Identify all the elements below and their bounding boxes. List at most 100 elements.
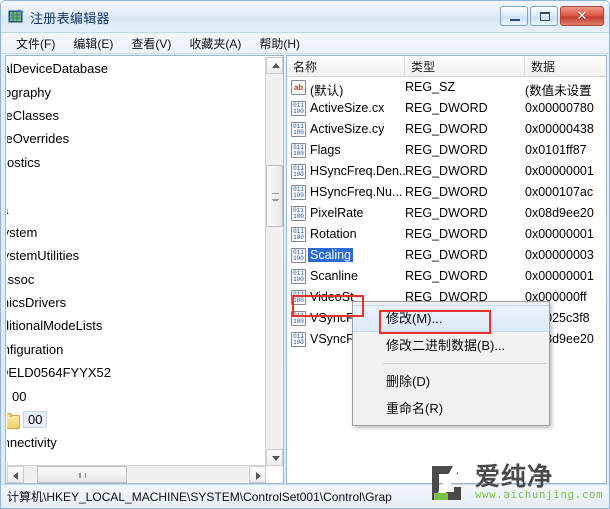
tree-vertical-scrollbar[interactable] [265, 57, 283, 466]
value-data: (数值未设置 [525, 84, 592, 98]
value-name: ActiveSize.cy [310, 122, 385, 136]
watermark-url: www.aichunjing.com [475, 489, 604, 501]
reg-dword-icon: 011 100 [291, 227, 306, 242]
value-data: 0x00000001 [525, 164, 594, 178]
minimize-button[interactable] [500, 6, 528, 26]
tree-node[interactable]: CriticalDeviceDatabase [7, 57, 266, 80]
ctx-modify[interactable]: 修改(M)... [353, 305, 549, 332]
list-row[interactable]: ab (默认) REG_SZ (数值未设置 [287, 77, 606, 98]
vertical-scroll-thumb[interactable] [266, 165, 283, 227]
value-data: 0x000107ac [525, 185, 594, 199]
scroll-right-button[interactable] [249, 466, 266, 483]
tree-viewport: CriticalDeviceDatabase Cryptography Device… [7, 57, 266, 466]
ctx-delete[interactable]: 删除(D) [353, 368, 549, 395]
column-header-type[interactable]: 类型 [405, 56, 525, 76]
value-name: HSyncFreq.Nu... [310, 185, 403, 199]
reg-dword-icon: 011 100 [291, 248, 306, 263]
tree-node[interactable]: Configuration [7, 338, 266, 361]
list-row[interactable]: 011 100 Flags REG_DWORD 0x0101ff87 [287, 140, 606, 161]
menu-help[interactable]: 帮助(H) [250, 33, 309, 54]
tree-node[interactable]: FontAssoc [7, 268, 266, 291]
tree-node-label: Errata [7, 202, 10, 217]
registry-editor-window: 注册表编辑器 ✕ 文件(F) 编辑(E) 查看(V) 收藏夹(A) 帮助(H) … [0, 0, 610, 509]
menu-view[interactable]: 查看(V) [122, 33, 180, 54]
reg-sz-icon: ab [291, 80, 306, 95]
menu-file[interactable]: 文件(F) [7, 33, 64, 54]
reg-dword-icon: 011 100 [291, 206, 306, 221]
value-name: (默认) [310, 84, 344, 98]
reg-dword-icon: 011 100 [291, 143, 306, 158]
tree-node[interactable]: FileSystemUtilities [7, 244, 266, 267]
list-row[interactable]: 011 100 HSyncFreq.Den... REG_DWORD 0x0000000… [287, 161, 606, 182]
tree-node[interactable]: FileSystem [7, 221, 266, 244]
value-name: ActiveSize.cx [310, 101, 385, 115]
reg-dword-icon: 011 100 [291, 311, 306, 326]
reg-dword-icon: 011 100 [291, 290, 306, 305]
tree-node-label: AdditionalModeLists [7, 318, 103, 334]
value-type: REG_DWORD [405, 248, 488, 262]
watermark-logo-icon [432, 466, 461, 500]
value-name: PixelRate [310, 206, 364, 220]
tree-node-label: DeviceClasses [7, 107, 59, 123]
title-bar: 注册表编辑器 ✕ [1, 1, 609, 33]
menu-favorites[interactable]: 收藏夹(A) [180, 33, 250, 54]
tree-node[interactable]: 00 [7, 408, 266, 431]
horizontal-scroll-thumb[interactable] [37, 466, 127, 483]
value-data: 0x00000780 [525, 101, 594, 115]
value-name: VideoSt [310, 290, 354, 304]
maximize-button[interactable] [530, 6, 558, 26]
tree-node[interactable]: DeviceClasses [7, 104, 266, 127]
client-area: CriticalDeviceDatabase Cryptography Device… [5, 55, 607, 484]
watermark-text: 爱纯净 www.aichunjing.com [475, 464, 603, 502]
ctx-modify-binary[interactable]: 修改二进制数据(B)... [353, 332, 549, 359]
tree-node[interactable]: Els [7, 174, 266, 197]
list-row[interactable]: 011 100 Scanline REG_DWORD 0x00000001 [287, 266, 606, 287]
list-row[interactable]: 011 100 HSyncFreq.Nu... REG_DWORD 0x000107ac [287, 182, 606, 203]
tree-node[interactable]: Connectivity [7, 431, 266, 454]
list-header: 名称 类型 数据 [287, 56, 606, 77]
window-controls: ✕ [500, 6, 604, 26]
value-name: VSyncFr [310, 332, 358, 346]
list-row[interactable]: 011 100 Rotation REG_DWORD 0x00000001 [287, 224, 606, 245]
status-path: 计算机\HKEY_LOCAL_MACHINE\SYSTEM\ControlSet… [7, 490, 392, 504]
list-row[interactable]: 011 100 ActiveSize.cx REG_DWORD 0x00000780 [287, 98, 606, 119]
list-row[interactable]: 011 100 PixelRate REG_DWORD 0x08d9ee20 [287, 203, 606, 224]
tree-node-label: Connectivity [7, 435, 57, 451]
value-type: REG_DWORD [405, 143, 488, 157]
close-button[interactable]: ✕ [560, 6, 604, 26]
tree-node[interactable]: DELD0564FYYX52 [7, 361, 266, 384]
scroll-down-button[interactable] [266, 449, 283, 466]
reg-dword-icon: 011 100 [291, 122, 306, 137]
value-type: REG_DWORD [405, 185, 488, 199]
folder-icon [7, 412, 20, 429]
reg-dword-icon: 011 100 [291, 185, 306, 200]
tree-horizontal-scrollbar[interactable] [7, 465, 266, 483]
tree-node[interactable]: Diagnostics [7, 151, 266, 174]
minimize-icon [510, 19, 520, 21]
tree-node-label: FontAssoc [7, 271, 35, 287]
ctx-rename[interactable]: 重命名(R) [353, 395, 549, 422]
scroll-up-button[interactable] [266, 57, 283, 74]
scroll-left-button[interactable] [7, 466, 24, 483]
tree-node[interactable]: 00 [7, 384, 266, 407]
maximize-icon [540, 12, 550, 21]
column-header-data[interactable]: 数据 [525, 56, 606, 76]
tree-node-label: CriticalDeviceDatabase [7, 61, 109, 77]
column-header-name[interactable]: 名称 [287, 56, 405, 76]
menu-edit[interactable]: 编辑(E) [64, 33, 122, 54]
reg-dword-icon: 011 100 [291, 101, 306, 116]
watermark-brand: 爱纯净 [475, 462, 554, 491]
tree-node[interactable]: Cryptography [7, 80, 266, 103]
value-type: REG_SZ [405, 80, 456, 94]
tree-node[interactable]: DeviceOverrides [7, 127, 266, 150]
value-name: Rotation [310, 227, 357, 241]
tree-node[interactable]: AdditionalModeLists [7, 314, 266, 337]
context-menu: 修改(M)... 修改二进制数据(B)... 删除(D) 重命名(R) [352, 301, 550, 426]
tree-node-label: FileSystemUtilities [7, 248, 80, 264]
tree-node[interactable]: GraphicsDrivers [7, 291, 266, 314]
list-row[interactable]: 011 100 Scaling REG_DWORD 0x00000003 [287, 245, 606, 266]
reg-dword-icon: 011 100 [291, 269, 306, 284]
list-row[interactable]: 011 100 ActiveSize.cy REG_DWORD 0x00000438 [287, 119, 606, 140]
tree-node[interactable]: Errata [7, 197, 266, 220]
registry-tree: CriticalDeviceDatabase Cryptography Device… [7, 57, 266, 466]
